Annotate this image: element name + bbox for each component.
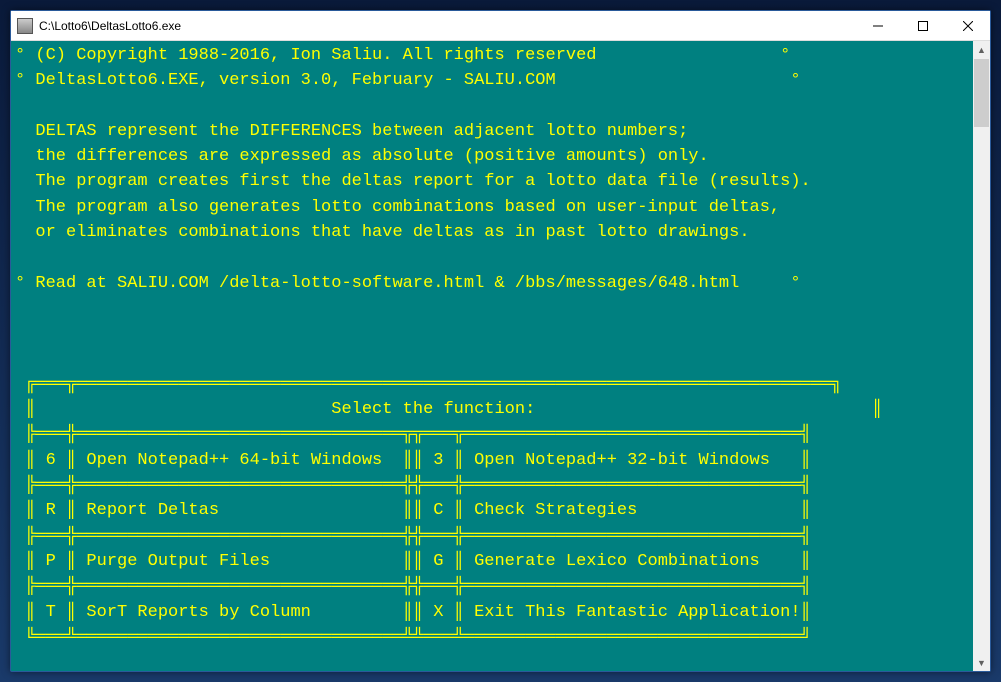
console-output[interactable]: ° (C) Copyright 1988-2016, Ion Saliu. Al… [11,41,973,671]
scroll-thumb[interactable] [973,58,990,128]
desc-line: DELTAS represent the DIFFERENCES between… [15,122,688,141]
desc-line: The program creates first the deltas rep… [15,172,811,191]
menu-box-border: ╔═══╦═══════════════════════════════════… [15,375,841,394]
menu-row[interactable]: ║ R ║ Report Deltas ║║ C ║ Check Strateg… [15,501,811,520]
menu-box-border: ╠═══╬════════════════════════════════╬╬═… [15,476,811,495]
menu-row[interactable]: ║ T ║ SorT Reports by Column ║║ X ║ Exit… [15,603,811,622]
menu-row[interactable]: ║ P ║ Purge Output Files ║║ G ║ Generate… [15,552,811,571]
menu-box-border: ╠═══╬════════════════════════════════╬╬═… [15,527,811,546]
menu-box-border: ╠═══╬════════════════════════════════╦╦═… [15,425,811,444]
scroll-down-arrow[interactable]: ▼ [973,654,990,671]
menu-box-border: ╠═══╬════════════════════════════════╬╬═… [15,577,811,596]
copyright-line: ° (C) Copyright 1988-2016, Ion Saliu. Al… [15,46,790,65]
read-more-line: ° Read at SALIU.COM /delta-lotto-softwar… [15,274,801,293]
desc-line: the differences are expressed as absolut… [15,147,709,166]
menu-row[interactable]: ║ 6 ║ Open Notepad++ 64-bit Windows ║║ 3… [15,451,811,470]
window-controls [855,11,990,40]
desc-line: or eliminates combinations that have del… [15,223,750,242]
maximize-button[interactable] [900,11,945,40]
titlebar[interactable]: C:\Lotto6\DeltasLotto6.exe [11,11,990,41]
app-icon [17,18,33,34]
close-button[interactable] [945,11,990,40]
window-title: C:\Lotto6\DeltasLotto6.exe [39,19,855,33]
console-area: ° (C) Copyright 1988-2016, Ion Saliu. Al… [11,41,990,671]
scroll-track[interactable] [973,58,990,654]
vertical-scrollbar[interactable]: ▲ ▼ [973,41,990,671]
scroll-up-arrow[interactable]: ▲ [973,41,990,58]
app-window: C:\Lotto6\DeltasLotto6.exe ° (C) Copyrig… [10,10,991,672]
version-line: ° DeltasLotto6.EXE, version 3.0, Februar… [15,71,801,90]
desc-line: The program also generates lotto combina… [15,198,780,217]
menu-box-border: ╚═══╩════════════════════════════════╩╩═… [15,628,811,647]
minimize-button[interactable] [855,11,900,40]
menu-title-row: ║ Select the function: ║ [15,400,882,419]
